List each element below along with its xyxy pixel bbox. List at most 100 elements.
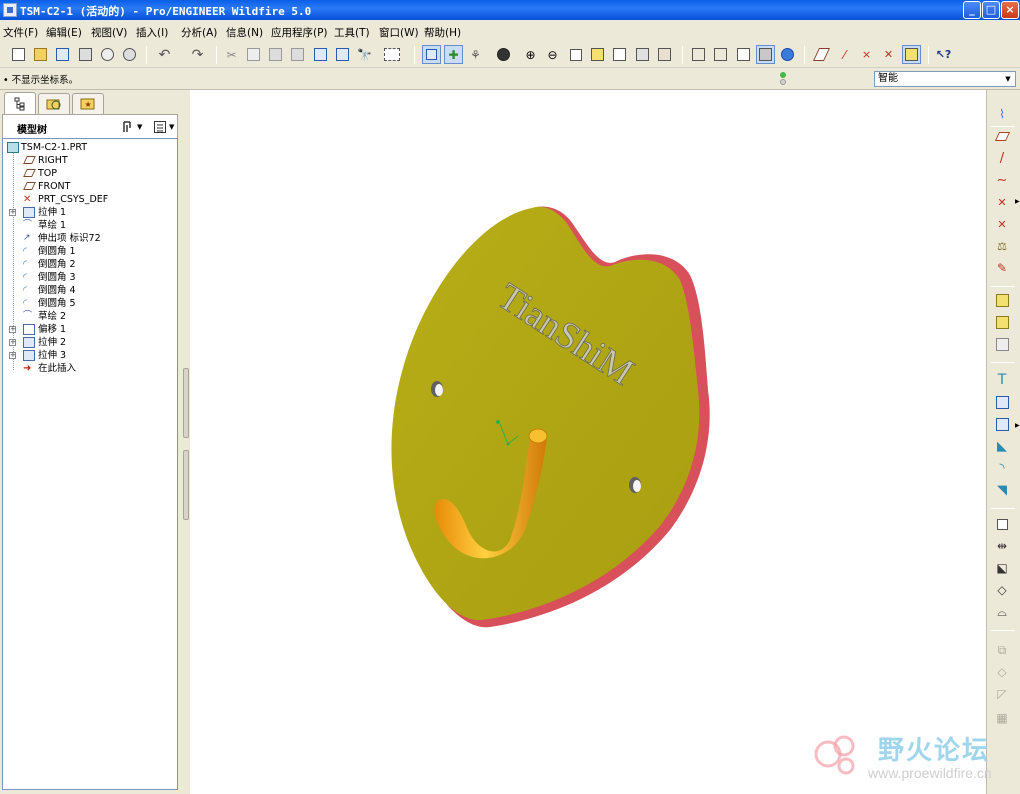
merge-tool-icon[interactable]: ⬕ xyxy=(991,558,1013,578)
hidden-line-icon[interactable] xyxy=(711,45,730,64)
find-icon[interactable]: 🔭 xyxy=(355,45,374,64)
datum-axes-icon[interactable]: ⁄ xyxy=(835,45,854,64)
settings-icon[interactable]: ▼ xyxy=(121,119,145,135)
minimize-button[interactable]: _ xyxy=(963,1,981,19)
spin-center-icon[interactable]: ✚ xyxy=(444,45,463,64)
extrude-icon xyxy=(23,207,35,218)
trim-tool-icon[interactable]: ◇ xyxy=(991,580,1013,600)
chevron-down-icon[interactable]: ▼ xyxy=(1002,72,1014,86)
new-icon[interactable] xyxy=(9,45,28,64)
pattern-tool-icon[interactable] xyxy=(991,514,1013,534)
datum-point-tool-icon[interactable]: ✕ xyxy=(991,192,1013,212)
datum-display-icon[interactable] xyxy=(422,45,441,64)
datum-plane-icon xyxy=(23,169,36,177)
analysis-feature-icon[interactable]: ⚖ xyxy=(991,236,1013,256)
refit-icon[interactable] xyxy=(566,45,585,64)
view-manager-icon[interactable] xyxy=(655,45,674,64)
save-icon[interactable] xyxy=(53,45,72,64)
regenerate-icon[interactable] xyxy=(311,45,330,64)
undo-icon[interactable]: ↶ xyxy=(155,45,174,64)
cut-icon[interactable]: ✂ xyxy=(222,45,241,64)
datum-plane-tool-icon[interactable] xyxy=(991,126,1013,146)
no-hidden-icon[interactable] xyxy=(734,45,753,64)
sketch-tool-icon[interactable]: ✎ xyxy=(991,258,1013,278)
draft-tool-icon[interactable]: ◣ xyxy=(991,436,1013,456)
expand-icon[interactable]: + xyxy=(9,339,16,346)
datum-csys-tool-icon[interactable]: ✕ xyxy=(991,214,1013,234)
paste-special-icon[interactable] xyxy=(288,45,307,64)
maximize-button[interactable]: □ xyxy=(982,1,1000,19)
plate-face xyxy=(391,206,700,621)
copy-icon[interactable] xyxy=(244,45,263,64)
menu-edit[interactable]: 编辑(E) xyxy=(46,25,82,40)
mount-hole-highlight xyxy=(633,480,641,492)
extrude-tool-icon[interactable] xyxy=(991,290,1013,310)
round-tool-icon[interactable]: ◝ xyxy=(991,458,1013,478)
expand-icon[interactable]: + xyxy=(9,326,16,333)
splitter-handle[interactable] xyxy=(183,450,189,520)
zoom-out-icon[interactable]: ⊖ xyxy=(543,45,562,64)
model-tree-tab-icon[interactable] xyxy=(4,92,36,114)
annotations-icon[interactable] xyxy=(902,45,921,64)
regen-manager-icon[interactable] xyxy=(333,45,352,64)
csys-icon[interactable]: ✕ xyxy=(879,45,898,64)
menu-file[interactable]: 文件(F) xyxy=(3,25,38,40)
appearance-icon[interactable] xyxy=(489,45,517,64)
datum-display-filter-icon[interactable]: ⌇ xyxy=(991,104,1013,124)
datum-axis-tool-icon[interactable]: / xyxy=(991,148,1013,168)
folder-browser-tab-icon[interactable] xyxy=(38,93,70,114)
select-box-icon[interactable] xyxy=(378,45,406,64)
reorient-icon[interactable] xyxy=(588,45,607,64)
menu-applications[interactable]: 应用程序(P) xyxy=(271,25,328,40)
enhanced-realism-icon[interactable] xyxy=(778,45,797,64)
shading-icon[interactable] xyxy=(756,45,775,64)
zoom-in-icon[interactable]: ⊕ xyxy=(521,45,540,64)
menu-window[interactable]: 窗口(W) xyxy=(379,25,419,40)
expand-icon[interactable]: + xyxy=(9,352,16,359)
menu-info[interactable]: 信息(N) xyxy=(226,25,263,40)
menu-tools[interactable]: 工具(T) xyxy=(334,25,370,40)
menu-analysis[interactable]: 分析(A) xyxy=(181,25,217,40)
tree-item-label: RIGHT xyxy=(38,155,68,166)
context-help-icon[interactable]: ↖? xyxy=(934,45,953,64)
graphics-window[interactable]: TianShiM xyxy=(190,90,986,794)
paste-icon[interactable] xyxy=(266,45,285,64)
show-icon[interactable]: ▼ xyxy=(153,119,177,135)
splitter-handle[interactable] xyxy=(183,368,189,438)
saved-views-icon[interactable] xyxy=(610,45,629,64)
hole-tool-icon[interactable]: T xyxy=(991,370,1013,390)
shell-tool-icon[interactable] xyxy=(991,392,1013,412)
menu-help[interactable]: 帮助(H) xyxy=(424,25,461,40)
email-icon[interactable] xyxy=(98,45,117,64)
close-button[interactable]: × xyxy=(1001,1,1019,19)
sketch-icon: ⌒ xyxy=(23,220,33,230)
open-icon[interactable] xyxy=(31,45,50,64)
redo-icon[interactable]: ↷ xyxy=(188,45,207,64)
datum-points-icon[interactable]: × xyxy=(857,45,876,64)
datum-planes-icon[interactable] xyxy=(812,45,831,64)
menu-view[interactable]: 视图(V) xyxy=(91,25,127,40)
watermark-url: www.proewildfire.cn xyxy=(868,765,992,781)
revolve-tool-icon[interactable] xyxy=(991,312,1013,332)
layers-icon[interactable] xyxy=(633,45,652,64)
extend-tool-icon[interactable]: ⌓ xyxy=(991,602,1013,622)
round-icon: ◜ xyxy=(23,259,27,270)
rib-tool-icon[interactable] xyxy=(991,414,1013,434)
favorites-tab-icon[interactable]: ★ xyxy=(72,93,104,114)
chamfer-tool-icon[interactable]: ◥ xyxy=(991,480,1013,500)
orient-icon[interactable]: ⚘ xyxy=(466,45,485,64)
print-icon[interactable] xyxy=(76,45,95,64)
mirror-tool-icon[interactable]: ⇹ xyxy=(991,536,1013,556)
wireframe-icon[interactable] xyxy=(689,45,708,64)
selection-filter-select[interactable]: 智能 ▼ xyxy=(874,71,1016,87)
variable-sweep-icon[interactable] xyxy=(991,334,1013,354)
email-link-icon[interactable] xyxy=(120,45,139,64)
navigator-splitter[interactable] xyxy=(182,90,190,794)
tree-item-label: 拉伸 3 xyxy=(38,350,67,361)
app-icon[interactable] xyxy=(3,3,17,17)
datum-curve-tool-icon[interactable]: ∼ xyxy=(991,170,1013,190)
expand-icon[interactable]: + xyxy=(9,209,16,216)
tree-item-label: 拉伸 1 xyxy=(38,207,67,218)
menu-insert[interactable]: 插入(I) xyxy=(136,25,168,40)
navigator-panel: ★ 模型树 ▼ ▼ TSM-C2-1.PRT RIGHT TOP FRONT ✕… xyxy=(0,90,182,794)
